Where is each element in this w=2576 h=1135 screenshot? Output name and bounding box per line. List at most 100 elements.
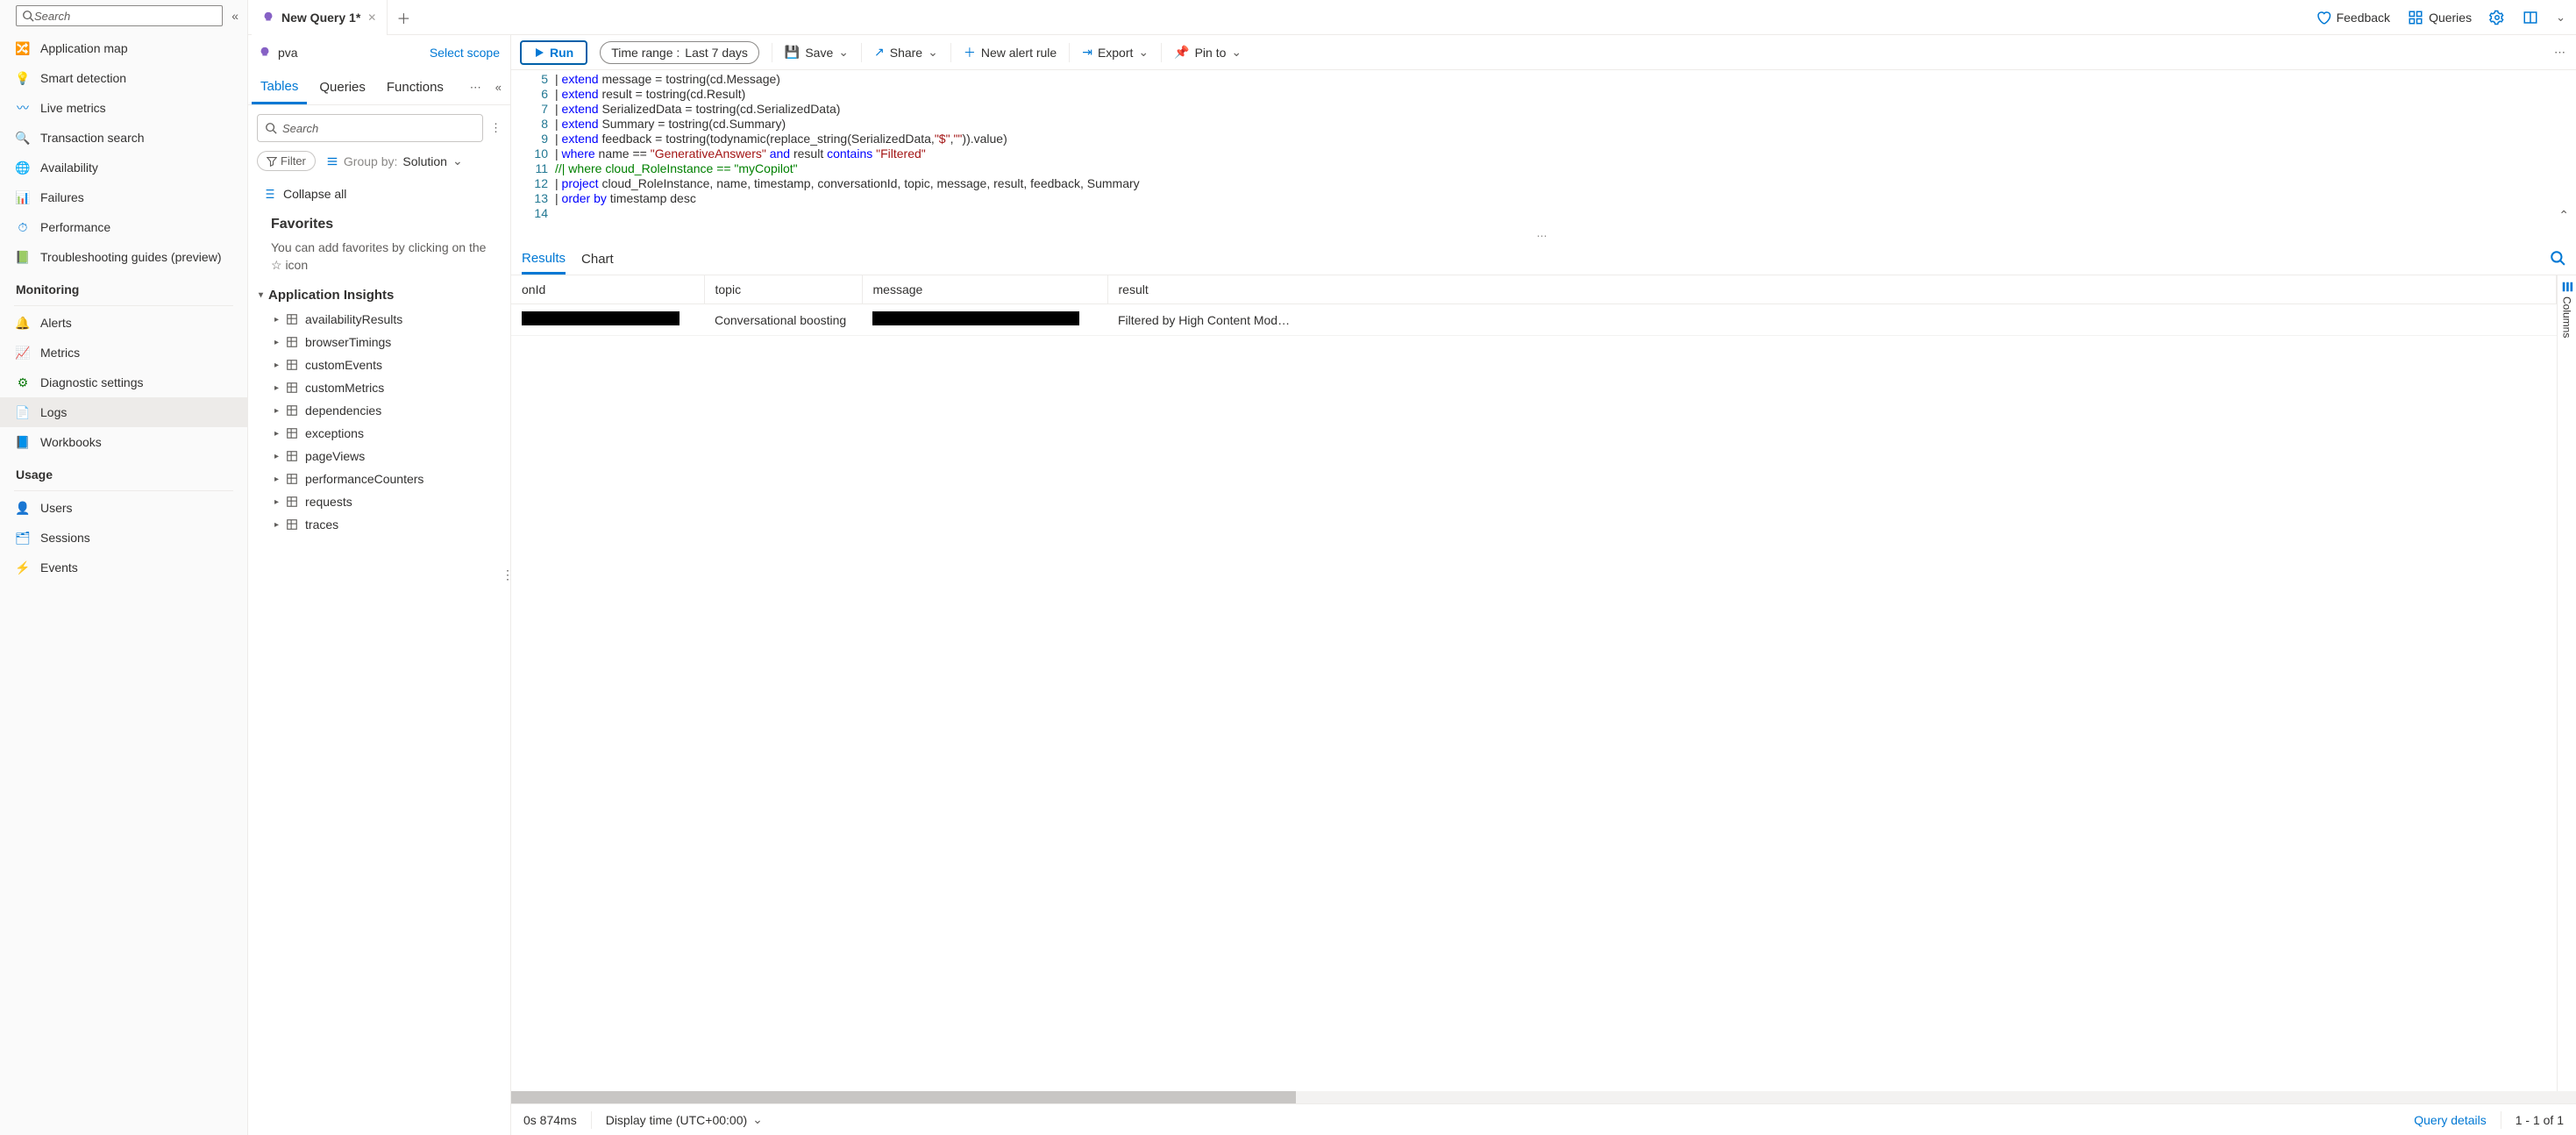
tables-search-input[interactable] bbox=[282, 122, 475, 135]
table-icon bbox=[286, 427, 298, 439]
chevron-down-icon: ⌄ bbox=[752, 1112, 763, 1127]
tree-item[interactable]: ▸pageViews bbox=[248, 445, 510, 468]
nav-item-label: Logs bbox=[40, 405, 67, 419]
lightbulb-icon bbox=[262, 11, 274, 24]
nav-search-input[interactable] bbox=[34, 10, 217, 23]
nav-item[interactable]: ⚡Events bbox=[0, 553, 247, 582]
more-icon[interactable]: ⋯ bbox=[465, 81, 487, 95]
editor-code[interactable]: | extend message = tostring(cd.Message)|… bbox=[555, 70, 2576, 228]
save-button[interactable]: 💾Save⌄ bbox=[785, 45, 849, 60]
settings-icon[interactable] bbox=[2489, 10, 2505, 25]
caret-right-icon: ▸ bbox=[274, 429, 279, 439]
more-icon[interactable]: ⋯ bbox=[2554, 46, 2567, 60]
search-results-icon[interactable] bbox=[2550, 250, 2565, 268]
run-button[interactable]: Run bbox=[520, 40, 587, 65]
kql-editor[interactable]: 567891011121314 | extend message = tostr… bbox=[511, 70, 2576, 228]
nav-item[interactable]: 📗 Troubleshooting guides (preview) bbox=[0, 242, 247, 272]
nav-item[interactable]: 🔔Alerts bbox=[0, 308, 247, 338]
column-header[interactable]: onId bbox=[511, 275, 704, 304]
tree-item[interactable]: ▸performanceCounters bbox=[248, 468, 510, 490]
tree-item[interactable]: ▸requests bbox=[248, 490, 510, 513]
nav-icon: 📘 bbox=[16, 435, 30, 449]
chevron-down-icon[interactable]: ⌄ bbox=[2556, 11, 2565, 25]
export-button[interactable]: ⇥Export⌄ bbox=[1082, 45, 1149, 60]
collapse-all-button[interactable]: Collapse all bbox=[248, 178, 510, 210]
results-grid[interactable]: onIdtopicmessageresult Conversational bo… bbox=[511, 275, 2557, 1091]
split-handle[interactable]: ⋯ bbox=[511, 228, 2576, 244]
lightbulb-icon bbox=[259, 46, 271, 59]
table-icon bbox=[286, 359, 298, 371]
columns-panel-toggle[interactable]: Columns bbox=[2557, 275, 2576, 1091]
nav-item[interactable]: 👤Users bbox=[0, 493, 247, 523]
datasource-selector[interactable]: pva bbox=[259, 46, 298, 60]
tree-item[interactable]: ▸exceptions bbox=[248, 422, 510, 445]
tree-item[interactable]: ▸customEvents bbox=[248, 353, 510, 376]
nav-item[interactable]: 📄Logs bbox=[0, 397, 247, 427]
nav-item[interactable]: 📈Metrics bbox=[0, 338, 247, 368]
plus-icon: ＋ bbox=[964, 44, 976, 61]
share-button[interactable]: ↗Share⌄ bbox=[874, 45, 938, 60]
paging-label: 1 - 1 of 1 bbox=[2516, 1113, 2564, 1127]
nav-item[interactable]: 💡Smart detection bbox=[0, 63, 247, 93]
nav-item[interactable]: 📘Workbooks bbox=[0, 427, 247, 457]
tree-item[interactable]: ▸availabilityResults bbox=[248, 308, 510, 331]
inner-tab[interactable]: Tables bbox=[252, 71, 307, 104]
nav-item[interactable]: 🗂Sessions bbox=[0, 523, 247, 553]
time-range-selector[interactable]: Time range : Last 7 days bbox=[600, 41, 759, 64]
table-icon bbox=[286, 473, 298, 485]
caret-right-icon: ▸ bbox=[274, 452, 279, 461]
query-details-link[interactable]: Query details bbox=[2414, 1113, 2486, 1127]
table-cell bbox=[511, 304, 704, 336]
nav-item[interactable]: ⚙Diagnostic settings bbox=[0, 368, 247, 397]
table-row[interactable]: Conversational boostingFiltered by High … bbox=[511, 304, 2557, 336]
new-alert-button[interactable]: ＋New alert rule bbox=[964, 44, 1057, 61]
panel-icon[interactable] bbox=[2523, 10, 2538, 25]
search-icon bbox=[265, 122, 277, 134]
query-tab[interactable]: New Query 1* ✕ bbox=[252, 0, 388, 35]
inner-tab[interactable]: Queries bbox=[310, 71, 374, 104]
nav-item[interactable]: 🔀Application map bbox=[0, 33, 247, 63]
nav-item[interactable]: 📊Failures bbox=[0, 182, 247, 212]
results-tab-strip: Results Chart bbox=[511, 244, 2576, 275]
close-icon[interactable]: ✕ bbox=[367, 11, 376, 24]
nav-item[interactable]: 〰Live metrics bbox=[0, 93, 247, 123]
queries-button[interactable]: Queries bbox=[2408, 10, 2472, 25]
display-time-selector[interactable]: Display time (UTC+00:00)⌄ bbox=[606, 1112, 763, 1127]
filter-button[interactable]: Filter bbox=[257, 151, 316, 171]
column-header[interactable]: message bbox=[862, 275, 1107, 304]
nav-icon: 🔍 bbox=[16, 131, 30, 145]
nav-item[interactable]: 🌐Availability bbox=[0, 153, 247, 182]
column-header[interactable]: topic bbox=[704, 275, 862, 304]
filter-icon bbox=[267, 156, 277, 167]
tree-item[interactable]: ▸dependencies bbox=[248, 399, 510, 422]
select-scope-link[interactable]: Select scope bbox=[430, 46, 500, 60]
inner-tab[interactable]: Functions bbox=[378, 71, 452, 104]
tree-item[interactable]: ▸browserTimings bbox=[248, 331, 510, 353]
tab-chart[interactable]: Chart bbox=[581, 245, 614, 275]
feedback-button[interactable]: Feedback bbox=[2316, 10, 2390, 25]
nav-item-label: Troubleshooting guides (preview) bbox=[40, 250, 221, 264]
pin-button[interactable]: 📌Pin to⌄ bbox=[1174, 45, 1242, 60]
nav-item[interactable]: ⏱Performance bbox=[0, 212, 247, 242]
group-icon bbox=[326, 155, 338, 168]
chevron-down-icon: ⌄ bbox=[1138, 45, 1149, 60]
tree-section-application-insights[interactable]: ▾ Application Insights bbox=[248, 284, 510, 308]
horizontal-scrollbar[interactable] bbox=[511, 1091, 2576, 1103]
nav-icon: 📗 bbox=[16, 250, 30, 264]
nav-item-label: Availability bbox=[40, 161, 98, 175]
collapse-editor-icon[interactable]: ⌃ bbox=[2558, 208, 2569, 223]
collapse-sidebar-icon[interactable]: « bbox=[231, 9, 238, 23]
groupby-selector[interactable]: Group by: Solution ⌄ bbox=[326, 153, 463, 168]
tab-results[interactable]: Results bbox=[522, 245, 566, 275]
collapse-panel-icon[interactable]: « bbox=[490, 81, 507, 94]
nav-search[interactable] bbox=[16, 5, 223, 26]
nav-icon: 🔀 bbox=[16, 41, 30, 55]
nav-item[interactable]: 🔍Transaction search bbox=[0, 123, 247, 153]
add-tab-button[interactable]: ＋ bbox=[388, 7, 419, 28]
more-icon[interactable]: ⋮ bbox=[490, 121, 502, 135]
tree-item[interactable]: ▸traces bbox=[248, 513, 510, 536]
tree-item[interactable]: ▸customMetrics bbox=[248, 376, 510, 399]
column-header[interactable]: result bbox=[1107, 275, 2557, 304]
datasource-name: pva bbox=[278, 46, 298, 60]
tables-search[interactable] bbox=[257, 114, 483, 142]
